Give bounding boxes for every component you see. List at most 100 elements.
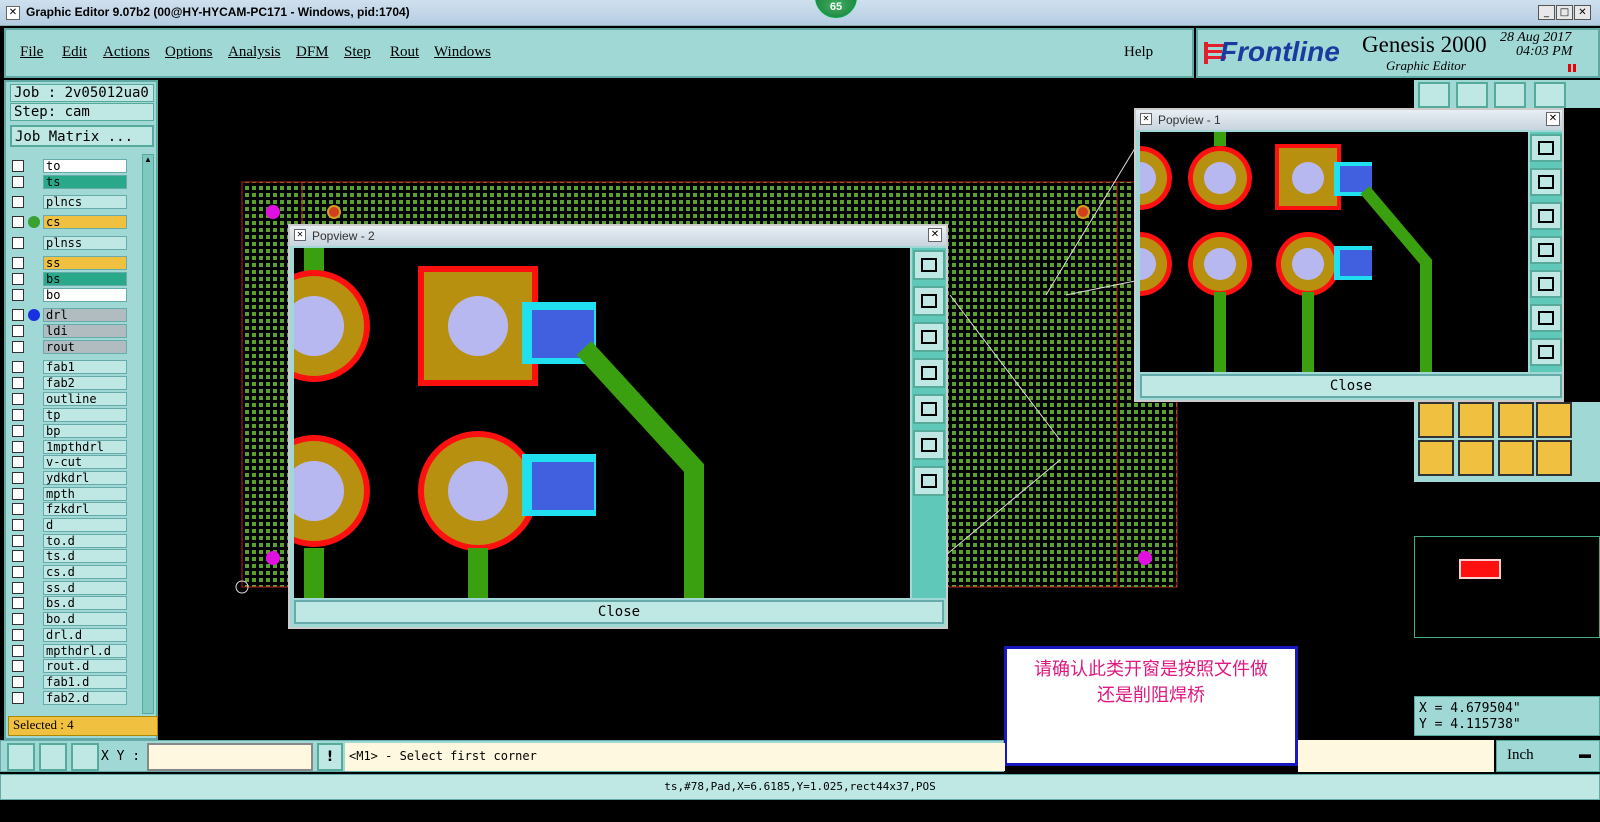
layer-row-ts-d[interactable]: ts.d — [10, 549, 128, 563]
zoom-in-icon[interactable] — [1530, 338, 1562, 366]
zoom-out-icon[interactable] — [1530, 304, 1562, 332]
xy-input[interactable] — [147, 743, 313, 771]
layer-row-outline[interactable]: outline — [10, 392, 128, 406]
tool-icon-2[interactable] — [1456, 82, 1488, 108]
select-arrow-icon[interactable] — [1418, 440, 1454, 476]
layer-checkbox[interactable] — [12, 441, 24, 453]
layer-row-fab1-d[interactable]: fab1.d — [10, 675, 128, 689]
menu-windows[interactable]: Windows — [434, 44, 491, 61]
menu-rout[interactable]: Rout — [390, 44, 419, 61]
layer-checkbox[interactable] — [12, 361, 24, 373]
layer-checkbox[interactable] — [12, 645, 24, 657]
layer-checkbox[interactable] — [12, 676, 24, 688]
layer-row-ts[interactable]: ts — [10, 175, 128, 189]
layer-checkbox[interactable] — [12, 582, 24, 594]
menu-dfm[interactable]: DFM — [296, 44, 329, 61]
layer-checkbox[interactable] — [12, 456, 24, 468]
popview-2-close-button[interactable]: Close — [294, 600, 944, 624]
layer-list-scrollbar[interactable]: ▲ — [142, 154, 154, 714]
minimize-button[interactable]: _ — [1538, 5, 1555, 20]
layer-row-cs[interactable]: cs — [10, 215, 128, 229]
menu-file[interactable]: File — [20, 44, 43, 61]
measure-tool-icon[interactable] — [7, 743, 35, 771]
layer-row-1mpthdrl[interactable]: 1mpthdrl — [10, 440, 128, 454]
select-arrow-icon[interactable] — [1536, 440, 1572, 476]
tool-icon-1[interactable] — [1418, 82, 1450, 108]
layer-row-bs-d[interactable]: bs.d — [10, 596, 128, 610]
layer-row-fab2[interactable]: fab2 — [10, 376, 128, 390]
layer-checkbox[interactable] — [12, 237, 24, 249]
layer-checkbox[interactable] — [12, 289, 24, 301]
pan-left-icon[interactable] — [1530, 236, 1562, 264]
layer-row-ldi[interactable]: ldi — [10, 324, 128, 338]
layer-row-rout-d[interactable]: rout.d — [10, 659, 128, 673]
pan-up-icon[interactable] — [1530, 168, 1562, 196]
layer-row-fzkdrl[interactable]: fzkdrl — [10, 502, 128, 516]
zoom-out-icon[interactable] — [913, 430, 945, 460]
layer-checkbox[interactable] — [12, 535, 24, 547]
layer-checkbox[interactable] — [12, 613, 24, 625]
layer-checkbox[interactable] — [12, 488, 24, 500]
grid-tool-icon[interactable] — [71, 743, 99, 771]
menu-analysis[interactable]: Analysis — [228, 44, 281, 61]
menu-step[interactable]: Step — [344, 44, 371, 61]
tool-icon-4[interactable] — [1534, 82, 1566, 108]
popview-1-canvas[interactable] — [1140, 132, 1528, 372]
layer-row-ss[interactable]: ss — [10, 256, 128, 270]
zoom-fit-icon[interactable] — [913, 250, 945, 280]
layer-row-bp[interactable]: bp — [10, 424, 128, 438]
layer-checkbox[interactable] — [12, 273, 24, 285]
tool-icon-3[interactable] — [1494, 82, 1526, 108]
maximize-button[interactable]: □ — [1556, 5, 1573, 20]
layer-checkbox[interactable] — [12, 660, 24, 672]
pan-down-icon[interactable] — [1530, 202, 1562, 230]
units-selector[interactable]: Inch ▬ — [1496, 740, 1600, 772]
job-matrix-button[interactable]: Job Matrix ... — [10, 125, 154, 147]
layer-checkbox[interactable] — [12, 160, 24, 172]
popview-2-close-icon[interactable]: ✕ — [928, 228, 942, 242]
layer-row-drl-d[interactable]: drl.d — [10, 628, 128, 642]
overview-map[interactable] — [1414, 536, 1600, 638]
popview-1-close-icon[interactable]: ✕ — [1546, 112, 1560, 126]
layer-checkbox[interactable] — [12, 519, 24, 531]
select-arrow-icon[interactable] — [1458, 440, 1494, 476]
snap-tool-icon[interactable] — [1498, 402, 1534, 438]
pan-right-icon[interactable] — [913, 394, 945, 424]
layer-checkbox[interactable] — [12, 425, 24, 437]
layer-row-ss-d[interactable]: ss.d — [10, 581, 128, 595]
snap-tool-icon[interactable] — [1418, 402, 1454, 438]
layer-checkbox[interactable] — [12, 309, 24, 321]
layer-row-rout[interactable]: rout — [10, 340, 128, 354]
pan-right-icon[interactable] — [1530, 270, 1562, 298]
layer-row-tp[interactable]: tp — [10, 408, 128, 422]
layer-row-fab1[interactable]: fab1 — [10, 360, 128, 374]
alert-icon[interactable]: ! — [317, 743, 343, 771]
layer-row-fab2-d[interactable]: fab2.d — [10, 691, 128, 705]
layer-row-plncs[interactable]: plncs — [10, 195, 128, 209]
close-window-button[interactable]: ✕ — [1574, 5, 1591, 20]
pan-up-icon[interactable] — [913, 286, 945, 316]
layer-checkbox[interactable] — [12, 409, 24, 421]
layer-checkbox[interactable] — [12, 566, 24, 578]
menu-actions[interactable]: Actions — [103, 44, 150, 61]
select-arrow-icon[interactable] — [1498, 440, 1534, 476]
snap-tool-icon[interactable] — [1458, 402, 1494, 438]
layer-checkbox[interactable] — [12, 196, 24, 208]
layer-row-mpth[interactable]: mpth — [10, 487, 128, 501]
menu-help[interactable]: Help — [1124, 44, 1153, 61]
layer-row-drl[interactable]: drl — [10, 308, 128, 322]
zoom-fit-icon[interactable] — [1530, 134, 1562, 162]
menu-options[interactable]: Options — [165, 44, 213, 61]
layer-row-to-d[interactable]: to.d — [10, 534, 128, 548]
layer-row-ydkdrl[interactable]: ydkdrl — [10, 471, 128, 485]
layer-checkbox[interactable] — [12, 393, 24, 405]
snap-tool-icon[interactable] — [1536, 402, 1572, 438]
layer-row-mpthdrl-d[interactable]: mpthdrl.d — [10, 644, 128, 658]
layer-row-d[interactable]: d — [10, 518, 128, 532]
layer-checkbox[interactable] — [12, 176, 24, 188]
layer-row-cs-d[interactable]: cs.d — [10, 565, 128, 579]
pan-left-icon[interactable] — [913, 358, 945, 388]
popview-2-canvas[interactable] — [294, 248, 910, 598]
layer-checkbox[interactable] — [12, 550, 24, 562]
layer-checkbox[interactable] — [12, 377, 24, 389]
